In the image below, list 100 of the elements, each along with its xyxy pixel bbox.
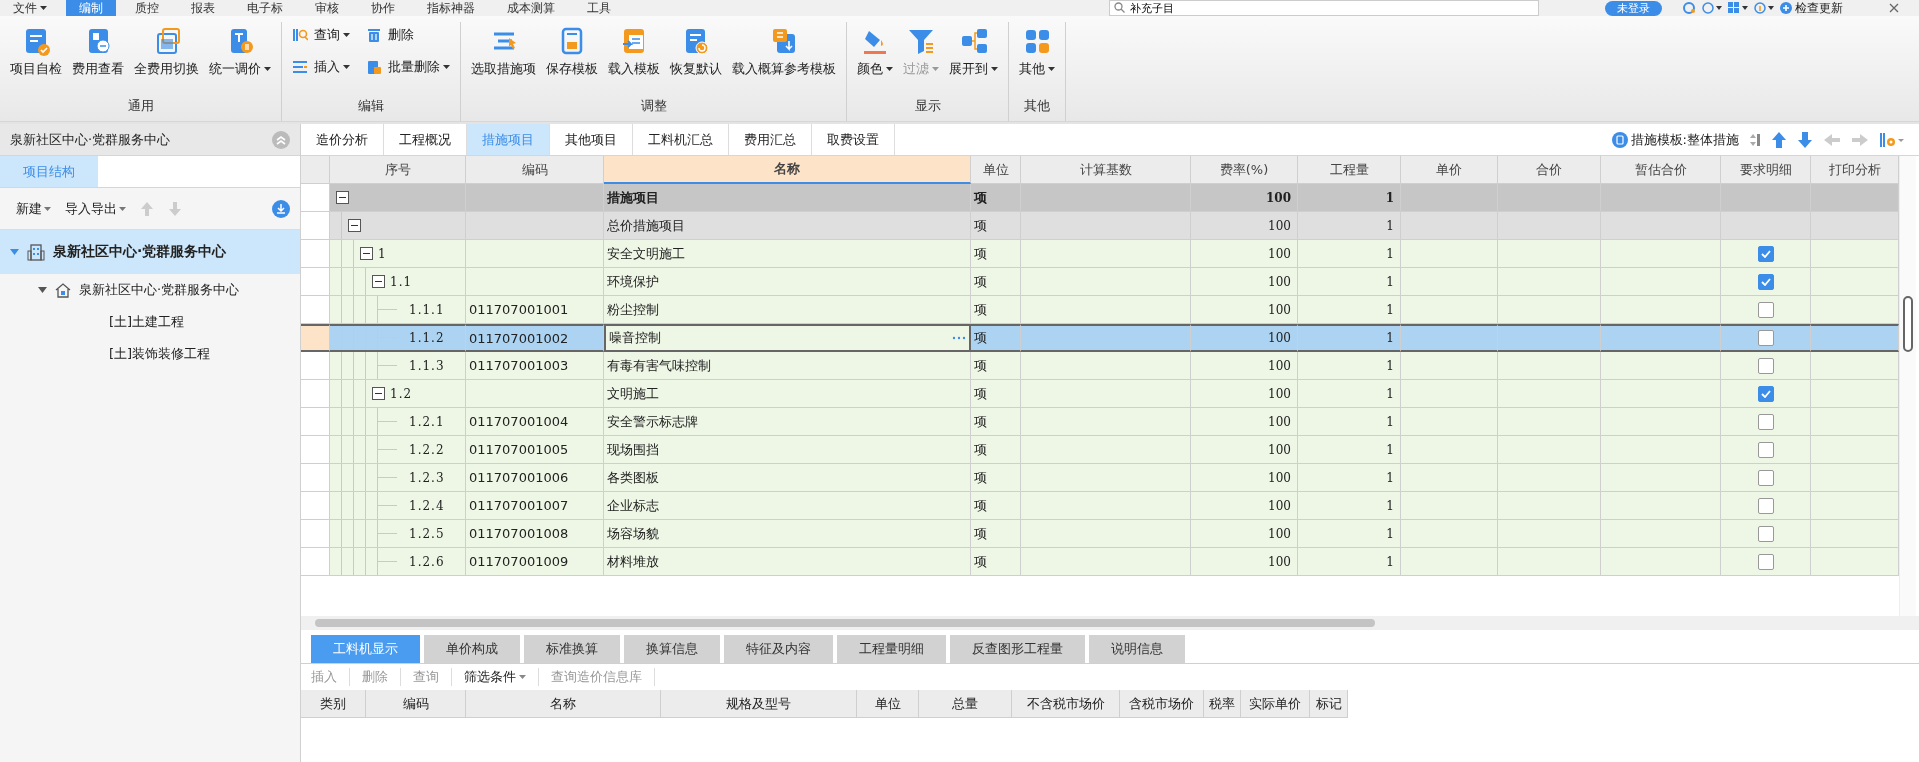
checkbox[interactable]	[1757, 553, 1774, 570]
move-right-icon[interactable]	[1851, 132, 1869, 147]
checkbox[interactable]	[1757, 525, 1774, 542]
horizontal-scrollbar[interactable]	[301, 616, 1919, 630]
menu-tab[interactable]: 报表	[178, 0, 228, 16]
column-header[interactable]: 费率(%)	[1191, 156, 1298, 184]
tree-item[interactable]: 泉新社区中心·党群服务中心	[0, 274, 300, 306]
column-header[interactable]: 要求明细	[1721, 156, 1811, 184]
tab[interactable]: 说明信息	[1089, 635, 1185, 663]
menu-tab[interactable]: 电子标	[234, 0, 296, 16]
tab[interactable]: 反查图形工程量	[950, 635, 1085, 663]
ribbon-button[interactable]: 颜色	[853, 22, 897, 82]
checkbox[interactable]	[1757, 301, 1774, 318]
toolbar-button[interactable]: 导入导出	[65, 199, 126, 218]
menu-tab[interactable]: 审核	[302, 0, 352, 16]
ribbon-button[interactable]: 插入	[288, 58, 354, 76]
column-header[interactable]: 单价	[1401, 156, 1498, 184]
ribbon-button[interactable]: 载入模板	[604, 22, 664, 82]
tab[interactable]: 工程量明细	[837, 635, 946, 663]
column-header[interactable]: 规格及型号	[661, 690, 857, 718]
ribbon-button[interactable]: 全费用切换	[130, 22, 203, 82]
ribbon-button[interactable]: 选取措施项	[467, 22, 540, 82]
ribbon-button[interactable]: 恢复默认	[666, 22, 726, 82]
more-icon[interactable]	[952, 336, 966, 340]
checkbox[interactable]	[1757, 273, 1774, 290]
ribbon-button[interactable]: 查询	[288, 26, 354, 44]
download-icon[interactable]	[272, 199, 290, 218]
checkbox[interactable]	[1757, 469, 1774, 486]
column-header[interactable]: 税率	[1204, 690, 1241, 718]
column-header[interactable]: 合价	[1498, 156, 1601, 184]
vertical-scrollbar[interactable]	[1899, 156, 1916, 616]
column-settings-icon[interactable]	[1879, 130, 1905, 149]
column-header[interactable]: 单位	[857, 690, 919, 718]
down-arrow-icon[interactable]	[168, 200, 182, 217]
close-icon[interactable]	[1889, 3, 1899, 13]
move-up-icon[interactable]	[1771, 130, 1787, 149]
tab[interactable]: 换算信息	[624, 635, 720, 663]
ribbon-button[interactable]: 其他	[1015, 22, 1059, 82]
ribbon-button[interactable]: 项目自检	[6, 22, 66, 82]
tab[interactable]: 单价构成	[424, 635, 520, 663]
update-button[interactable]: 检查更新	[1780, 0, 1843, 17]
column-header[interactable]: 类别	[301, 690, 366, 718]
column-header[interactable]: 总量	[919, 690, 1012, 718]
tree-item[interactable]: 泉新社区中心·党群服务中心	[0, 230, 300, 274]
checkbox[interactable]	[1757, 441, 1774, 458]
toolbar-button[interactable]: 筛选条件	[464, 668, 539, 686]
column-header[interactable]: 打印分析	[1811, 156, 1899, 184]
column-header[interactable]: 含税市场价	[1120, 690, 1204, 718]
ribbon-button[interactable]: 删除	[362, 26, 454, 44]
expand-arrow-icon[interactable]	[38, 287, 47, 293]
column-header[interactable]: 标记	[1310, 690, 1348, 718]
help-icon[interactable]	[1702, 2, 1722, 14]
template-selector[interactable]: 措施模板:整体措施	[1611, 124, 1739, 155]
column-header[interactable]: 单位	[971, 156, 1021, 184]
checkbox[interactable]	[1757, 357, 1774, 374]
column-header[interactable]: 工程量	[1298, 156, 1401, 184]
collapse-toggle[interactable]	[348, 219, 361, 232]
tree-item[interactable]: [土]装饰装修工程	[0, 338, 300, 370]
ribbon-button[interactable]: 展开到	[945, 22, 1002, 82]
collapse-toggle[interactable]	[360, 247, 373, 260]
ribbon-button[interactable]: 费用查看	[68, 22, 128, 82]
menu-tab[interactable]: 协作	[358, 0, 408, 16]
menu-tab[interactable]: 质控	[122, 0, 172, 16]
column-header[interactable]: 暂估合价	[1601, 156, 1721, 184]
column-header[interactable]: 序号	[330, 156, 466, 184]
ribbon-button[interactable]: 载入概算参考模板	[728, 22, 840, 82]
collapse-toggle[interactable]	[336, 191, 349, 204]
menu-tab[interactable]: 成本测算	[494, 0, 568, 16]
menu-tab[interactable]: 指标神器	[414, 0, 488, 16]
up-arrow-icon[interactable]	[140, 200, 154, 217]
collapse-toggle[interactable]	[372, 387, 385, 400]
edit-field[interactable]: 噪音控制	[604, 324, 971, 352]
collapse-toggle[interactable]	[372, 275, 385, 288]
sort-icon[interactable]	[1749, 131, 1761, 148]
info-icon[interactable]	[1754, 2, 1774, 14]
toolbar-button[interactable]: 新建	[16, 199, 51, 218]
column-header[interactable]: 编码	[366, 690, 466, 718]
collapse-icon[interactable]	[272, 130, 290, 149]
move-down-icon[interactable]	[1797, 130, 1813, 149]
column-header[interactable]: 名称	[604, 156, 971, 184]
checkbox[interactable]	[1757, 245, 1774, 262]
checkbox[interactable]	[1757, 385, 1774, 402]
checkbox[interactable]	[1757, 497, 1774, 514]
row-header[interactable]	[301, 324, 330, 352]
grid-icon[interactable]	[1728, 2, 1748, 14]
tree-item[interactable]: [土]土建工程	[0, 306, 300, 338]
column-header[interactable]: 计算基数	[1021, 156, 1191, 184]
tab[interactable]: 标准换算	[524, 635, 620, 663]
menu-tab[interactable]: 文件	[0, 0, 60, 16]
search-field[interactable]: 补充子目	[1109, 0, 1539, 16]
ribbon-button[interactable]: 批量删除	[362, 58, 454, 76]
tab[interactable]: 特征及内容	[724, 635, 833, 663]
column-header[interactable]: 不含税市场价	[1012, 690, 1120, 718]
menu-tab[interactable]: 工具	[574, 0, 624, 16]
move-left-icon[interactable]	[1823, 132, 1841, 147]
checkbox[interactable]	[1757, 413, 1774, 430]
ribbon-button[interactable]: 保存模板	[542, 22, 602, 82]
column-header[interactable]: 实际单价	[1241, 690, 1310, 718]
column-header[interactable]: 名称	[466, 690, 661, 718]
column-header[interactable]: 编码	[466, 156, 604, 184]
